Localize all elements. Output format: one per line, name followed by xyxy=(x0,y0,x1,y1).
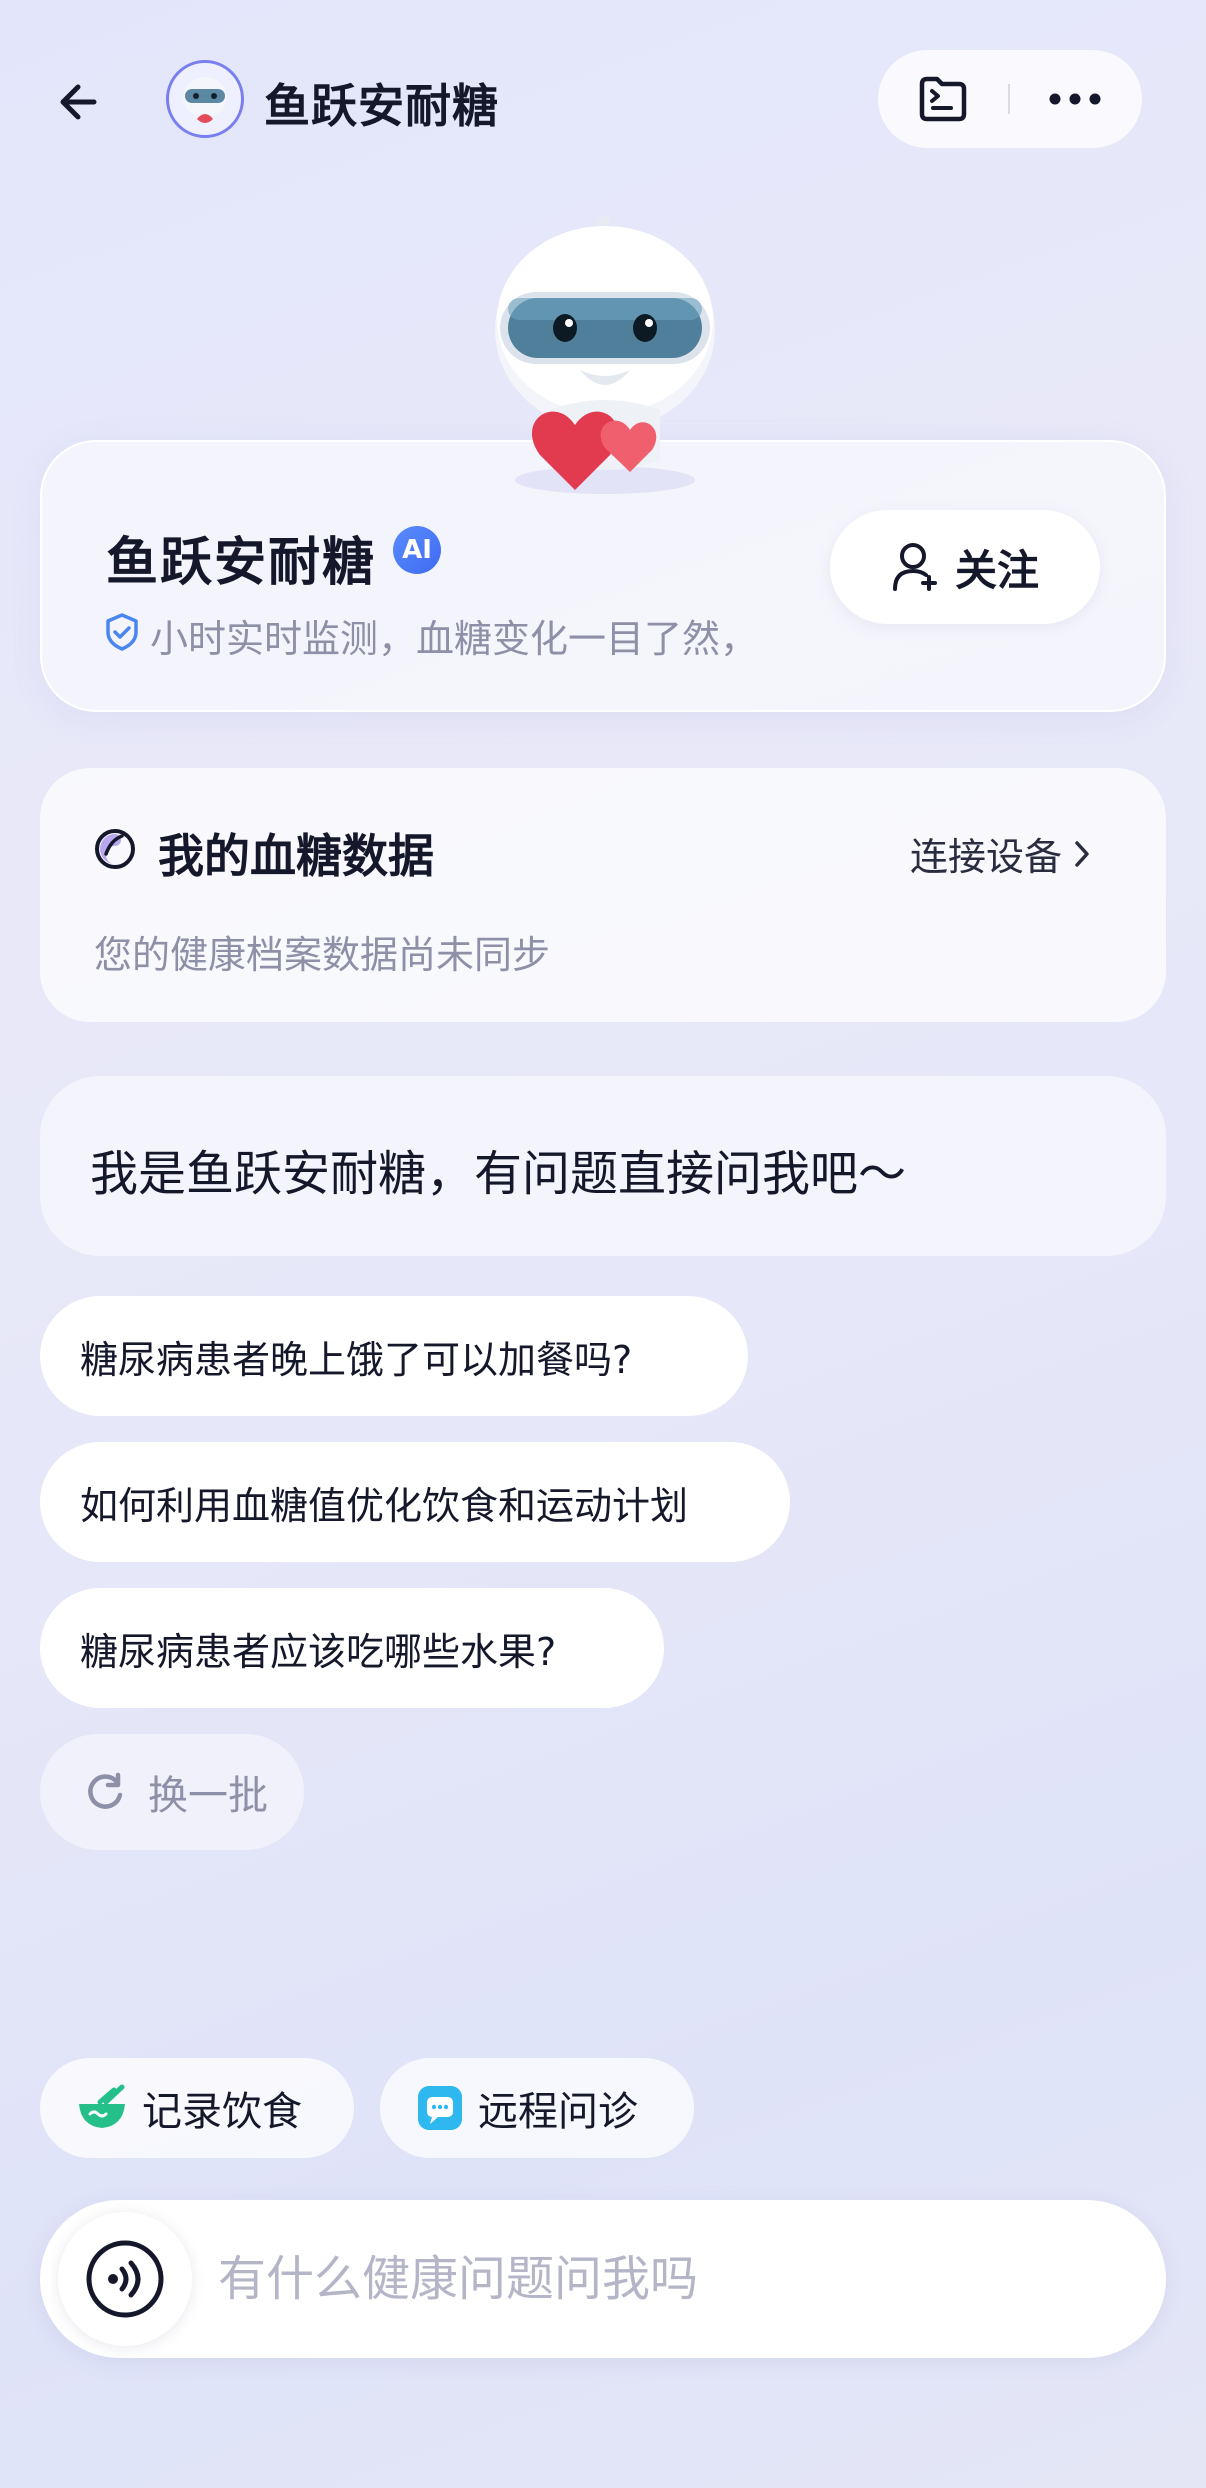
more-button[interactable] xyxy=(1010,50,1140,148)
back-button[interactable] xyxy=(40,62,120,142)
chevron-right-icon xyxy=(1075,840,1089,867)
refresh-button[interactable]: 换一批 xyxy=(40,1734,304,1850)
header-actions xyxy=(878,50,1142,148)
arrow-left-icon xyxy=(60,84,97,120)
header-title: 鱼跃安耐糖 xyxy=(264,79,499,133)
follow-button[interactable]: 关注 xyxy=(830,510,1100,624)
refresh-icon xyxy=(88,1772,123,1809)
suggestion-text: 糖尿病患者晚上饿了可以加餐吗? xyxy=(80,1337,633,1382)
voice-input-button[interactable] xyxy=(58,2212,192,2346)
sync-status-text: 您的健康档案数据尚未同步 xyxy=(94,933,551,977)
follow-label: 关注 xyxy=(954,545,1039,595)
profile-name: 鱼跃安耐糖 xyxy=(106,533,377,593)
folder-button[interactable] xyxy=(878,50,1008,148)
refresh-label: 换一批 xyxy=(148,1773,268,1819)
greeting-text: 我是鱼跃安耐糖，有问题直接问我吧～ xyxy=(90,1146,907,1202)
suggestion-chip[interactable]: 糖尿病患者晚上饿了可以加餐吗? xyxy=(40,1296,748,1416)
suggestion-chip[interactable]: 糖尿病患者应该吃哪些水果? xyxy=(40,1588,664,1708)
chat-input[interactable] xyxy=(218,2242,1098,2316)
voice-wave-icon xyxy=(86,2240,164,2318)
blood-sugar-card[interactable] xyxy=(40,768,1166,1022)
mascot-avatar-icon xyxy=(183,77,227,123)
blood-sugar-title: 我的血糖数据 xyxy=(158,829,434,883)
mascot-illustration xyxy=(495,215,715,494)
suggestion-text: 糖尿病患者应该吃哪些水果? xyxy=(80,1629,557,1674)
suggestion-text: 如何利用血糖值优化饮食和运动计划 xyxy=(80,1483,689,1528)
add-user-icon xyxy=(892,543,937,591)
record-diet-button[interactable]: 记录饮食 xyxy=(40,2058,354,2158)
avatar[interactable] xyxy=(166,60,244,138)
folder-icon xyxy=(919,76,967,122)
blood-drop-icon xyxy=(95,829,135,869)
connect-device-label: 连接设备 xyxy=(910,835,1063,879)
ai-badge: AI xyxy=(393,526,441,574)
remote-consult-button[interactable]: 远程问诊 xyxy=(380,2058,694,2158)
record-diet-label: 记录饮食 xyxy=(142,2089,302,2135)
profile-description: 小时实时监测，血糖变化一目了然， xyxy=(150,617,759,661)
more-dots-icon xyxy=(1049,93,1101,105)
bowl-icon xyxy=(79,2084,125,2128)
connect-device-link[interactable]: 连接设备 xyxy=(910,826,1092,881)
chat-bubble-icon xyxy=(418,2086,462,2130)
verified-shield-icon xyxy=(106,613,138,651)
suggestion-chip[interactable]: 如何利用血糖值优化饮食和运动计划 xyxy=(40,1442,790,1562)
remote-consult-label: 远程问诊 xyxy=(478,2089,638,2135)
